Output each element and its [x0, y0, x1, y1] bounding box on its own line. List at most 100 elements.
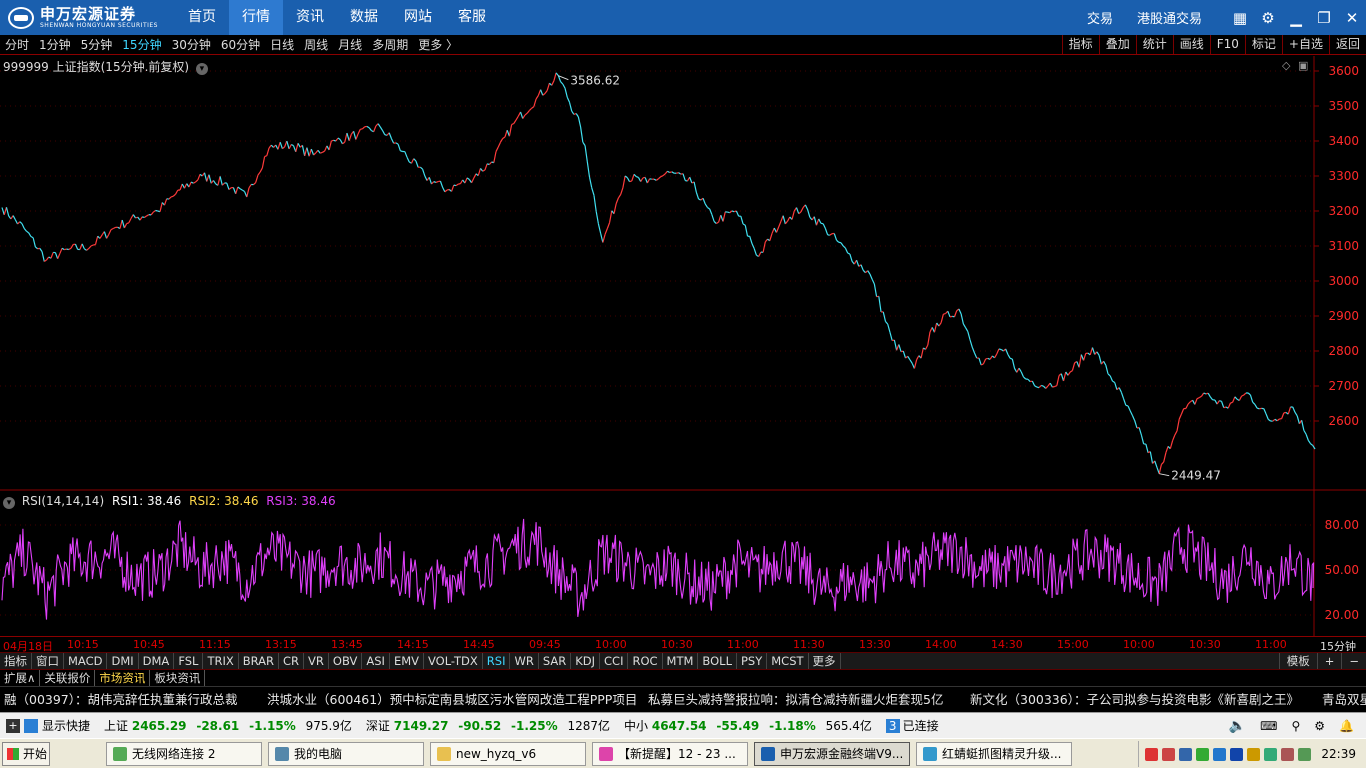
tool-f10[interactable]: F10	[1209, 35, 1245, 54]
tray-icon[interactable]	[1281, 747, 1294, 761]
trade-link[interactable]: 交易	[1087, 8, 1113, 27]
news-item[interactable]: 私募巨头减持警报拉响：拟清仓减持新疆火炬套现5亿	[648, 687, 943, 712]
speaker-icon[interactable]: 🔈	[1229, 718, 1246, 734]
nav-home[interactable]: 首页	[175, 0, 229, 35]
tray-icon[interactable]	[1213, 747, 1226, 761]
ind-trix[interactable]: TRIX	[203, 653, 239, 669]
ind-vol-tdx[interactable]: VOL-TDX	[424, 653, 483, 669]
ind-roc[interactable]: ROC	[628, 653, 663, 669]
ind-fsl[interactable]: FSL	[174, 653, 204, 669]
tray-icon[interactable]	[1264, 747, 1277, 761]
ind-obv[interactable]: OBV	[329, 653, 363, 669]
chart-svg[interactable]: 3600 3500 3400 3300 3200 3100 3000 2900 2800 2700…	[0, 56, 1366, 636]
connection-status[interactable]: 已连接	[903, 717, 939, 734]
plus-box-icon[interactable]: +	[6, 718, 20, 733]
chart-area[interactable]: 3600 3500 3400 3300 3200 3100 3000 2900 2800 2700…	[0, 56, 1366, 636]
task-swhy-terminal[interactable]: 申万宏源金融终端V9...	[754, 741, 910, 766]
ind-indicator[interactable]: 指标	[0, 653, 32, 669]
news-item[interactable]: 新文化（300336）：子公司拟参与投资电影《新喜剧之王》	[970, 687, 1299, 712]
remove-pane-button[interactable]: −	[1341, 653, 1366, 669]
period-multi[interactable]: 多周期	[367, 36, 413, 53]
nav-news[interactable]: 资讯	[283, 0, 337, 35]
task-screenshot-tool[interactable]: 红蜻蜓抓图精灵升级...	[916, 741, 1072, 766]
news-item[interactable]: 洪城水业（600461）预中标定南县城区污水管网改造工程PPP项目	[267, 687, 637, 712]
ind-more[interactable]: 更多	[809, 653, 841, 669]
ind-psy[interactable]: PSY	[737, 653, 768, 669]
keyboard-icon[interactable]: ⌨	[1260, 719, 1277, 733]
period-15min[interactable]: 15分钟	[117, 36, 166, 53]
tool-indicator[interactable]: 指标	[1061, 35, 1099, 54]
tool-back[interactable]: 返回	[1328, 35, 1366, 54]
news-item[interactable]: 青岛双星	[1322, 687, 1366, 712]
ind-window[interactable]: 窗口	[32, 653, 64, 669]
nav-quotes[interactable]: 行情	[229, 0, 283, 35]
tab-related-quotes[interactable]: 关联报价	[40, 670, 96, 686]
ind-dmi[interactable]: DMI	[107, 653, 139, 669]
tool-stats[interactable]: 统计	[1135, 35, 1173, 54]
close-icon[interactable]: ✕	[1338, 0, 1366, 35]
start-button[interactable]: 开始	[2, 741, 50, 766]
tool-overlay[interactable]: 叠加	[1098, 35, 1136, 54]
ind-boll[interactable]: BOLL	[698, 653, 737, 669]
minimize-icon[interactable]: ▁	[1282, 0, 1310, 35]
ind-asi[interactable]: ASI	[362, 653, 390, 669]
period-more[interactable]: 更多 〉	[413, 36, 463, 53]
restore-icon[interactable]: ❐	[1310, 0, 1338, 35]
ind-vr[interactable]: VR	[304, 653, 329, 669]
nav-service[interactable]: 客服	[445, 0, 499, 35]
nav-website[interactable]: 网站	[391, 0, 445, 35]
tray-icon[interactable]	[1298, 747, 1311, 761]
sz-index[interactable]: 深证 7149.27 -90.52 -1.25% 1287亿	[366, 717, 610, 734]
tab-sector-news[interactable]: 板块资讯	[150, 670, 206, 686]
tool-add-watchlist[interactable]: +自选	[1281, 35, 1329, 54]
task-folder[interactable]: new_hyzq_v6	[430, 741, 586, 766]
add-pane-button[interactable]: +	[1316, 653, 1342, 669]
period-daily[interactable]: 日线	[265, 36, 299, 53]
period-monthly[interactable]: 月线	[333, 36, 367, 53]
chevron-down-icon[interactable]: ▾	[195, 63, 208, 75]
ind-emv[interactable]: EMV	[390, 653, 424, 669]
ind-sar[interactable]: SAR	[539, 653, 572, 669]
period-timeshare[interactable]: 分时	[0, 36, 34, 53]
sh-index[interactable]: 上证 2465.29 -28.61 -1.15% 975.9亿	[104, 717, 352, 734]
tray-icon[interactable]	[1179, 747, 1192, 761]
bluetooth-icon[interactable]	[1230, 747, 1243, 761]
nav-data[interactable]: 数据	[337, 0, 391, 35]
search-icon[interactable]: ⚲	[1291, 719, 1300, 733]
tab-expand[interactable]: 扩展∧	[0, 670, 41, 686]
grid-menu-icon[interactable]: ▦	[1226, 0, 1254, 35]
ind-cci[interactable]: CCI	[600, 653, 629, 669]
news-item[interactable]: 融（00397）：胡伟亮辞任执董兼行政总裁	[4, 687, 238, 712]
template-button[interactable]: 模板	[1278, 653, 1317, 669]
ind-brar[interactable]: BRAR	[239, 653, 280, 669]
period-1min[interactable]: 1分钟	[34, 36, 76, 53]
tray-icon[interactable]	[1196, 747, 1209, 761]
task-browser[interactable]: 【新提醒】12 - 23 ...	[592, 741, 748, 766]
task-wireless[interactable]: 无线网络连接 2	[106, 741, 262, 766]
task-my-computer[interactable]: 我的电脑	[268, 741, 424, 766]
settings-icon[interactable]: ⚙	[1314, 719, 1325, 733]
collapse-icon[interactable]: ▾	[3, 497, 15, 509]
tool-mark[interactable]: 标记	[1244, 35, 1282, 54]
bell-icon[interactable]: 🔔	[1339, 719, 1354, 733]
ind-rsi[interactable]: RSI	[483, 653, 511, 669]
tray-icon[interactable]	[1162, 747, 1175, 761]
ind-wr[interactable]: WR	[510, 653, 539, 669]
tool-draw[interactable]: 画线	[1172, 35, 1210, 54]
tray-icon[interactable]	[1247, 747, 1260, 761]
ind-mcst[interactable]: MCST	[767, 653, 809, 669]
sme-index[interactable]: 中小 4647.54 -55.49 -1.18% 565.4亿	[624, 717, 872, 734]
ind-macd[interactable]: MACD	[64, 653, 108, 669]
period-weekly[interactable]: 周线	[299, 36, 333, 53]
period-5min[interactable]: 5分钟	[76, 36, 118, 53]
tray-icon[interactable]	[1145, 747, 1158, 761]
tab-market-news[interactable]: 市场资讯	[95, 670, 151, 686]
ind-mtm[interactable]: MTM	[663, 653, 699, 669]
hk-connect-trade-link[interactable]: 港股通交易	[1137, 8, 1202, 27]
ind-dma[interactable]: DMA	[139, 653, 175, 669]
ind-kdj[interactable]: KDJ	[571, 653, 601, 669]
shortcut-toggle[interactable]: 显示快捷	[42, 717, 90, 734]
ind-cr[interactable]: CR	[279, 653, 305, 669]
gear-icon[interactable]: ⚙	[1254, 0, 1282, 35]
period-60min[interactable]: 60分钟	[216, 36, 265, 53]
